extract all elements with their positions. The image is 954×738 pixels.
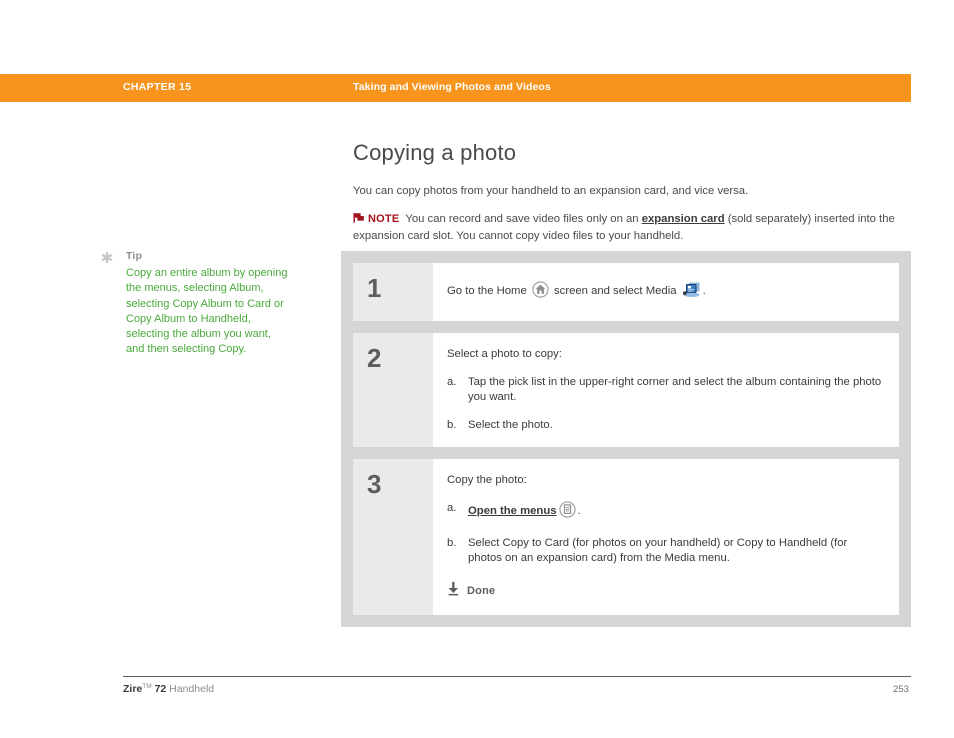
substep: a. Tap the pick list in the upper-right … <box>447 375 883 405</box>
step1-text-b: screen and select Media <box>550 285 680 297</box>
substep: b. Select Copy to Card (for photos on yo… <box>447 536 883 566</box>
footer-product-name: Zire <box>123 683 143 695</box>
substep-marker: b. <box>447 419 457 431</box>
steps-container: 1 Go to the Home screen and select Media <box>341 251 911 627</box>
done-indicator: Done <box>447 581 883 601</box>
tip-body: Tip Copy an entire album by opening the … <box>126 250 290 358</box>
substep-text: Select the photo. <box>468 419 553 431</box>
step-number: 1 <box>353 263 433 321</box>
step-content: Go to the Home screen and select Media . <box>433 263 899 321</box>
page-title: Copying a photo <box>353 140 517 165</box>
step-content: Select a photo to copy: a. Tap the pick … <box>433 333 899 447</box>
substep-trailing: . <box>577 505 581 517</box>
down-arrow-icon <box>447 581 460 601</box>
done-label: Done <box>467 584 496 597</box>
asterisk-icon: ✱ <box>100 250 114 267</box>
step-number: 2 <box>353 333 433 447</box>
substep-marker: b. <box>447 537 457 549</box>
substep-text: Open the menus . <box>468 501 883 523</box>
footer-divider <box>123 676 911 677</box>
substep-marker: a. <box>447 502 457 514</box>
chapter-number-label: CHAPTER 15 <box>123 81 192 93</box>
step1-text-a: Go to the Home <box>447 285 530 297</box>
note-callout: NOTE You can record and save video files … <box>353 212 911 244</box>
step3-lead: Copy the photo: <box>447 474 527 486</box>
step-content: Copy the photo: a. Open the menus . b. S… <box>433 459 899 615</box>
substep-marker: a. <box>447 376 457 388</box>
menus-icon <box>558 501 576 523</box>
step-row: 1 Go to the Home screen and select Media <box>353 263 899 321</box>
step-row: 3 Copy the photo: a. Open the menus . b.… <box>353 459 899 615</box>
main-content: Copying a photo You can copy photos from… <box>353 140 911 244</box>
home-icon <box>532 281 549 303</box>
note-flag-icon <box>353 212 365 229</box>
step-row: 2 Select a photo to copy: a. Tap the pic… <box>353 333 899 447</box>
intro-paragraph: You can copy photos from your handheld t… <box>353 185 749 197</box>
chapter-header-bar: CHAPTER 15 Taking and Viewing Photos and… <box>0 74 911 102</box>
substep-text: Tap the pick list in the upper-right cor… <box>468 376 882 403</box>
note-label: NOTE <box>368 213 400 225</box>
footer-product-rest: Handheld <box>166 683 215 695</box>
substep: a. Open the menus . <box>447 501 883 523</box>
footer-trademark: TM <box>142 683 152 690</box>
tip-heading: Tip <box>126 250 143 262</box>
tip-text: Copy an entire album by opening the menu… <box>126 267 288 356</box>
open-the-menus-link[interactable]: Open the menus <box>468 505 557 517</box>
footer-product-label: ZireTM 72 Handheld <box>123 683 214 695</box>
footer-product-model: 72 <box>151 683 167 695</box>
chapter-title-label: Taking and Viewing Photos and Videos <box>353 81 551 93</box>
page-number: 253 <box>893 684 909 695</box>
expansion-card-link[interactable]: expansion card <box>642 213 725 225</box>
substep: b. Select the photo. <box>447 418 883 433</box>
note-text-before: You can record and save video files only… <box>405 213 642 225</box>
step-number: 3 <box>353 459 433 615</box>
step1-text-c: . <box>702 285 706 297</box>
substep-text: Select Copy to Card (for photos on your … <box>468 537 848 564</box>
step2-lead: Select a photo to copy: <box>447 348 562 360</box>
tip-block: ✱ Tip Copy an entire album by opening th… <box>100 250 290 358</box>
media-icon <box>682 281 701 303</box>
